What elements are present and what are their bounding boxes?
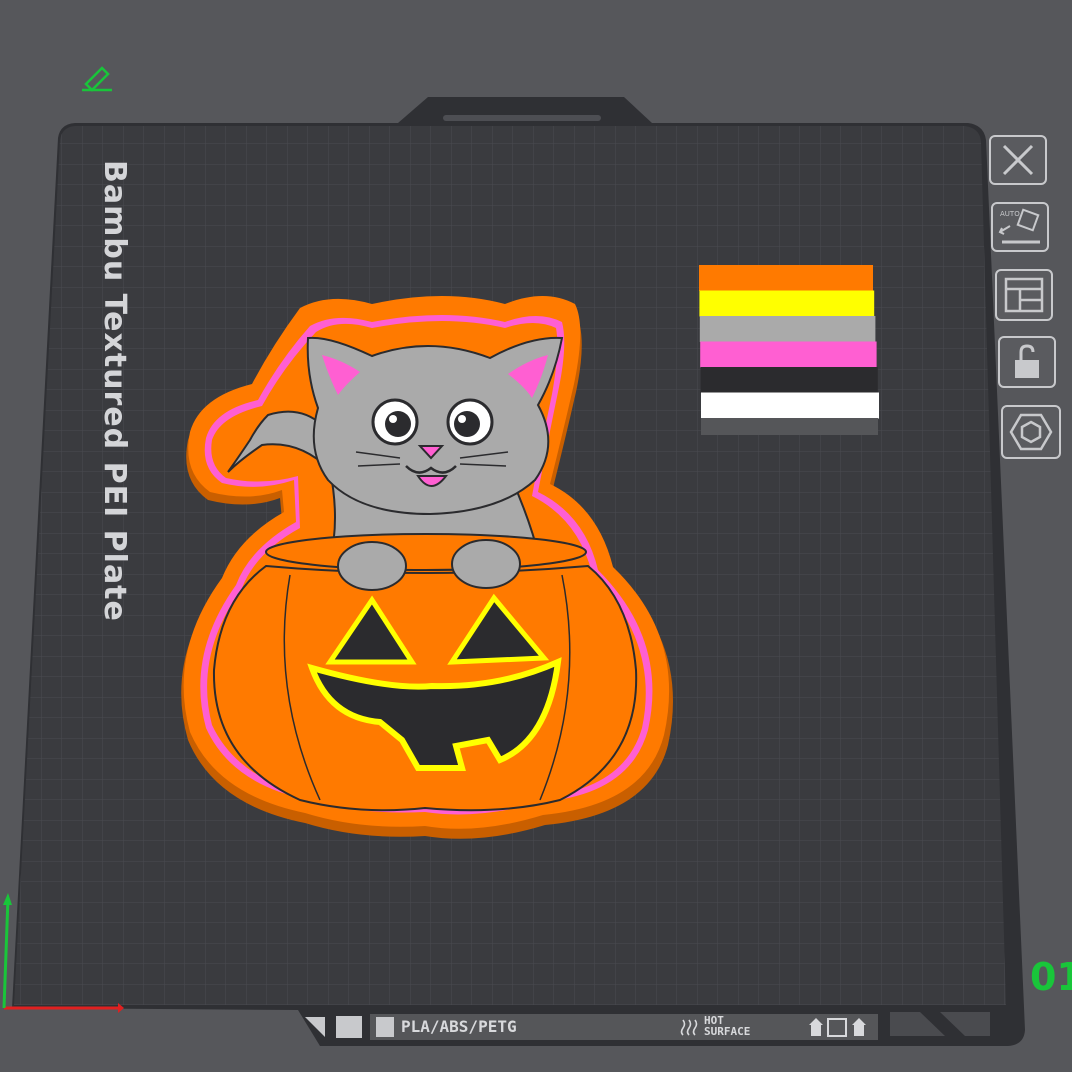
- build-plate-viewport[interactable]: [0, 0, 1072, 1072]
- arrange-button[interactable]: [995, 269, 1053, 321]
- close-button[interactable]: [989, 135, 1047, 185]
- hot-surface-icon: [680, 1018, 700, 1036]
- bambu-logo-icon: [376, 1017, 394, 1037]
- filament-swatch-stripe: [700, 341, 877, 368]
- filament-swatch-stripe: [699, 265, 873, 291]
- svg-text:AUTO: AUTO: [1000, 210, 1020, 218]
- arrange-icon: [1004, 277, 1044, 313]
- cat-pupil-right: [454, 411, 480, 437]
- lock-button[interactable]: [998, 336, 1056, 388]
- auto-orient-button[interactable]: AUTO: [991, 202, 1049, 252]
- plate-settings-button[interactable]: [1001, 405, 1061, 459]
- edit-plate-name-icon[interactable]: [80, 62, 114, 96]
- close-icon: [1002, 144, 1034, 176]
- cat-paw-right: [451, 539, 521, 589]
- filament-swatch-stripe: [700, 367, 878, 393]
- plate-tab-slot: [443, 115, 601, 121]
- plate-name-label: Bambu Textured PEI Plate: [97, 160, 132, 622]
- y-axis-line: [2, 897, 10, 1009]
- filament-type-label: PLA/ABS/PETG: [401, 1017, 517, 1036]
- auto-orient-icon: AUTO: [998, 208, 1040, 244]
- pumpkin-rim: [265, 533, 587, 571]
- label-square: [336, 1016, 362, 1038]
- plate-orientation-icon: [808, 1016, 870, 1038]
- filament-swatch-base: [701, 418, 878, 435]
- y-axis-arrow: [3, 893, 12, 905]
- cat-pupil-left: [385, 411, 411, 437]
- hexagon-nut-icon: [1009, 413, 1053, 451]
- cat-eye-shine-left: [389, 415, 397, 423]
- cat-paw-left: [337, 541, 407, 591]
- filament-swatch-stripe: [699, 316, 876, 342]
- cat-eye-shine-right: [458, 415, 466, 423]
- hot-label-line2: SURFACE: [704, 1025, 751, 1038]
- filament-swatch-stripe: [701, 392, 879, 419]
- filament-swatch-stripe: [699, 290, 875, 317]
- filament-swatch-model[interactable]: [699, 265, 879, 435]
- lock-icon: [1015, 344, 1039, 378]
- plate-number: 01: [1030, 955, 1072, 999]
